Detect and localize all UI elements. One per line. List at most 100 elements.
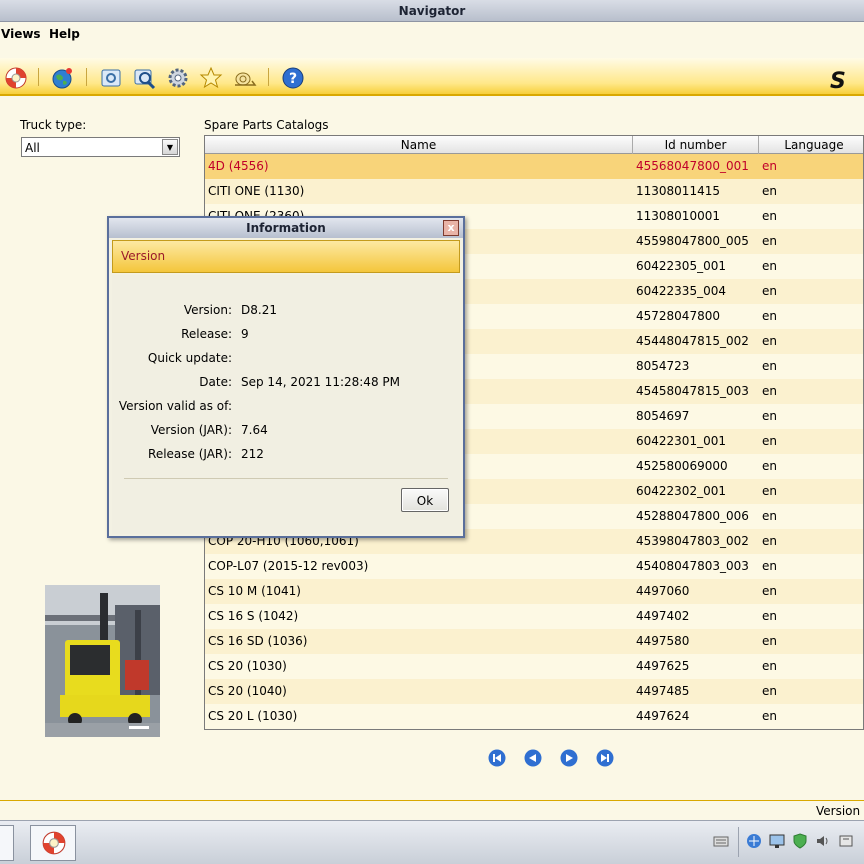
status-bar: Version D [0,800,864,820]
menu-help[interactable]: Help [49,27,80,41]
star-icon[interactable] [199,66,223,90]
cell-name: CS 20 L (1030) [208,709,298,723]
menu-views[interactable]: Views [1,27,41,41]
cell-language: en [762,659,777,673]
date-value: Sep 14, 2021 11:28:48 PM [241,375,400,389]
cell-language: en [762,509,777,523]
snail-icon[interactable] [233,66,257,90]
cell-id: 4497402 [636,609,690,623]
toolbar-separator [268,68,269,86]
cell-id: 45288047800_006 [636,509,749,523]
cell-language: en [762,484,777,498]
cell-id: 60422335_004 [636,284,726,298]
cell-id: 60422302_001 [636,484,726,498]
table-row[interactable]: CS 10 M (1041) 4497060 en [205,579,863,604]
toolbar-separator [86,68,87,86]
volume-icon[interactable] [815,833,831,849]
information-dialog: Information x Version Version: D8.21 Rel… [107,216,465,538]
cell-id: 4497485 [636,684,690,698]
cell-name: CS 10 M (1041) [208,584,301,598]
cell-id: 11308011415 [636,184,720,198]
gear-icon[interactable] [166,66,190,90]
column-header-id[interactable]: Id number [633,136,759,154]
toolbar: ? [0,58,864,96]
cell-language: en [762,559,777,573]
table-row[interactable]: CITI ONE (1130) 11308011415 en [205,179,863,204]
window-title: Navigator [0,0,864,22]
cell-name: CS 20 (1040) [208,684,287,698]
column-header-name[interactable]: Name [205,136,633,154]
cell-id: 60422305_001 [636,259,726,273]
close-icon[interactable]: x [443,220,459,236]
cell-language: en [762,234,777,248]
cell-language: en [762,334,777,348]
taskbar-button[interactable] [0,825,14,861]
cell-id: 45728047800 [636,309,720,323]
lifebuoy-icon[interactable] [4,66,28,90]
cell-id: 45408047803_003 [636,559,749,573]
cell-language: en [762,709,777,723]
table-row[interactable]: 4D (4556) 45568047800_001 en [205,154,863,179]
cell-language: en [762,309,777,323]
cell-language: en [762,459,777,473]
cell-id: 45448047815_002 [636,334,749,348]
table-row[interactable]: CS 20 L (1030) 4497624 en [205,704,863,729]
table-row[interactable]: CS 20 (1030) 4497625 en [205,654,863,679]
flag-icon[interactable] [838,833,854,849]
chevron-down-icon[interactable]: ▼ [162,139,178,155]
cell-name: CS 16 SD (1036) [208,634,308,648]
cell-id: 45458047815_003 [636,384,749,398]
catalogs-label: Spare Parts Catalogs [204,118,329,132]
parts-book-icon[interactable] [99,66,123,90]
truck-type-value: All [25,141,40,155]
dialog-divider [124,478,448,479]
globe-icon[interactable] [50,66,74,90]
table-row[interactable]: CS 16 S (1042) 4497402 en [205,604,863,629]
column-header-language[interactable]: Language [759,136,863,154]
help-icon[interactable]: ? [281,66,305,90]
date-label: Date: [199,375,232,389]
cell-name: 4D (4556) [208,159,269,173]
cell-language: en [762,634,777,648]
search-parts-icon[interactable] [133,66,157,90]
cell-language: en [762,184,777,198]
truck-type-select[interactable]: All ▼ [21,137,180,157]
version-jar-label: Version (JAR): [150,423,232,437]
dialog-title: Information [109,218,463,238]
table-row[interactable]: CS 16 SD (1036) 4497580 en [205,629,863,654]
last-page-icon[interactable] [596,749,614,767]
version-value: D8.21 [241,303,277,317]
brand-logo: S [830,69,846,94]
cell-id: 45398047803_002 [636,534,749,548]
first-page-icon[interactable] [488,749,506,767]
cell-id: 4497580 [636,634,690,648]
cell-id: 45598047800_005 [636,234,749,248]
tray-divider [738,827,739,857]
shield-icon[interactable] [792,833,808,849]
version-label: Version: [183,303,232,317]
table-header: Name Id number Language [205,136,863,154]
cell-id: 60422301_001 [636,434,726,448]
dialog-body: Version: D8.21 Release: 9 Quick update: … [112,275,460,534]
status-text: Version D [816,804,864,818]
menu-bar: Views Help [0,22,864,48]
cell-id: 45568047800_001 [636,159,749,173]
ok-button[interactable]: Ok [401,488,449,512]
quick-update-label: Quick update: [147,351,232,365]
prev-page-icon[interactable] [524,749,542,767]
release-value: 9 [241,327,249,341]
table-row[interactable]: COP-L07 (2015-12 rev003) 45408047803_003 e… [205,554,863,579]
truck-image [45,585,160,737]
cell-language: en [762,359,777,373]
cell-language: en [762,284,777,298]
next-page-icon[interactable] [560,749,578,767]
version-valid-label: Version valid as of: [118,399,232,413]
monitor-icon[interactable] [769,833,785,849]
keyboard-icon[interactable] [713,833,729,849]
toolbar-separator [38,68,39,86]
lifebuoy-icon [42,831,66,855]
cell-language: en [762,684,777,698]
table-row[interactable]: CS 20 (1040) 4497485 en [205,679,863,704]
taskbar-app-button[interactable] [30,825,76,861]
network-icon[interactable] [746,833,762,849]
